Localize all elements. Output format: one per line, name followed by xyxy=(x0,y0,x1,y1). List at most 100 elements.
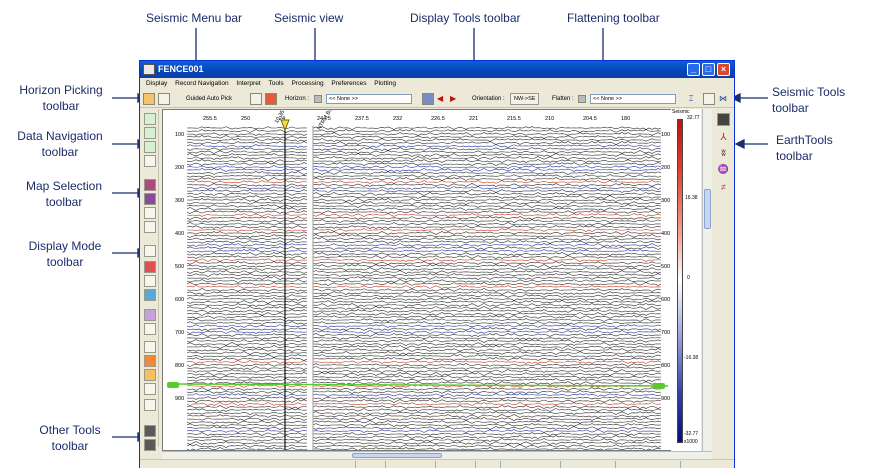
seismic-trace xyxy=(186,411,662,415)
correlation-tool-icon[interactable] xyxy=(144,323,156,335)
depth-tick-left: 100 xyxy=(175,132,185,138)
menu-processing[interactable]: Processing xyxy=(291,78,323,90)
depth-tick-right: 400 xyxy=(661,231,671,237)
earth-well-icon[interactable]: ⅄ xyxy=(717,131,730,144)
print-icon[interactable] xyxy=(144,425,156,437)
select-record-icon[interactable] xyxy=(144,155,156,167)
auto-pick-icon[interactable] xyxy=(250,93,262,105)
seismic-trace xyxy=(186,135,662,139)
trace-tool-icon[interactable] xyxy=(144,309,156,321)
menu-interpret[interactable]: Interpret xyxy=(236,78,260,90)
horizon-end-marker[interactable] xyxy=(653,383,665,389)
seismic-trace xyxy=(186,405,662,409)
vertical-scrollbar[interactable] xyxy=(702,109,712,451)
wiggle-mode-icon[interactable] xyxy=(144,275,156,287)
seismic-trace xyxy=(186,420,662,424)
seismic-trace xyxy=(186,141,662,145)
color-scale-max: 32.77 xyxy=(687,115,700,121)
seismic-trace xyxy=(186,288,662,292)
text-tool-icon[interactable] xyxy=(144,355,156,367)
eraser-icon[interactable] xyxy=(265,93,277,105)
earth-fault-icon[interactable]: ≠ xyxy=(717,181,730,194)
callout-earth-tools: EarthTools toolbar xyxy=(776,133,833,163)
horizon-color-swatch xyxy=(314,95,322,103)
pick-tool-icon[interactable] xyxy=(144,383,156,395)
seismic-trace xyxy=(186,162,662,166)
seismic-trace xyxy=(186,309,662,313)
seismic-trace xyxy=(186,240,662,244)
close-button[interactable]: × xyxy=(717,63,730,76)
seismic-trace xyxy=(186,300,662,304)
seismic-trace xyxy=(186,312,662,316)
menu-record-navigation[interactable]: Record Navigation xyxy=(175,78,228,90)
next-arrow-icon[interactable]: ▶ xyxy=(450,92,456,106)
color-mode-icon[interactable] xyxy=(144,261,156,273)
menu-tools[interactable]: Tools xyxy=(268,78,283,90)
seismic-trace xyxy=(186,267,662,271)
top-toolbar: Guided Auto Pick Horizon : << None >> ◀ … xyxy=(140,90,734,108)
previous-arrow-icon[interactable]: ◀ xyxy=(437,92,443,106)
export-icon[interactable] xyxy=(144,439,156,451)
depth-tick-right: 600 xyxy=(661,297,671,303)
seismic-trace xyxy=(186,357,662,361)
guided-auto-pick-label[interactable]: Guided Auto Pick xyxy=(186,92,232,106)
depth-tick-left: 200 xyxy=(175,165,185,171)
seismic-trace xyxy=(186,291,662,295)
seismic-trace xyxy=(186,282,662,286)
maximize-button[interactable]: □ xyxy=(702,63,715,76)
menu-display[interactable]: Display xyxy=(146,78,167,90)
menu-preferences[interactable]: Preferences xyxy=(331,78,366,90)
zoom-out-icon[interactable] xyxy=(144,127,156,139)
seismic-menu-bar: Display Record Navigation Interpret Tool… xyxy=(140,78,734,90)
variable-density-icon[interactable] xyxy=(144,289,156,301)
seismic-trace xyxy=(186,198,662,202)
horizontal-scrollbar[interactable] xyxy=(162,451,712,459)
color-scale-bar xyxy=(677,119,683,443)
seismic-trace xyxy=(186,303,662,307)
display-mode-icon[interactable] xyxy=(144,245,156,257)
pen-icon[interactable] xyxy=(158,93,170,105)
seismic-trace xyxy=(186,417,662,421)
pick-horizon-icon[interactable] xyxy=(143,93,155,105)
horizon-dropdown[interactable]: << None >> xyxy=(326,94,412,104)
depth-tick-left: 700 xyxy=(175,330,185,336)
seismic-view[interactable]: 255.5 250 24 244.5 237.5 232 226.5 221 215.5 210 2… xyxy=(162,109,690,451)
zoom-in-icon[interactable] xyxy=(144,113,156,125)
measure-tool-icon[interactable] xyxy=(144,369,156,381)
map-select-fence-icon[interactable] xyxy=(144,207,156,219)
seismic-trace xyxy=(186,360,662,364)
depth-tick-right: 300 xyxy=(661,198,671,204)
pan-icon[interactable] xyxy=(144,141,156,153)
spectrum-icon[interactable] xyxy=(144,341,156,353)
display-grid-icon[interactable] xyxy=(422,93,434,105)
seismic-trace xyxy=(186,369,662,373)
horizon-end-marker[interactable] xyxy=(167,382,179,388)
minimize-button[interactable]: _ xyxy=(687,63,700,76)
seismic-trace xyxy=(186,327,662,331)
orientation-button[interactable]: NW->SE xyxy=(510,93,540,105)
seismic-tools-extra-icon[interactable]: ⋈ xyxy=(719,93,731,105)
seismic-trace xyxy=(186,255,662,259)
seismic-tools-flatten-icon[interactable]: ⌶ xyxy=(685,93,697,105)
vertical-scroll-thumb[interactable] xyxy=(704,189,711,229)
seismic-trace xyxy=(186,186,662,190)
earth-horizon-icon[interactable]: ♒ xyxy=(717,163,730,176)
callout-display-mode: Display Mode toolbar xyxy=(28,239,102,269)
top-tick-label: 226.5 xyxy=(431,116,445,122)
seismic-trace xyxy=(186,393,662,397)
map-edit-icon[interactable] xyxy=(144,221,156,233)
color-scale-label-2: 16.38 xyxy=(685,195,698,201)
map-select-icon[interactable] xyxy=(144,179,156,191)
earth-log-icon[interactable]: ʬ xyxy=(717,147,730,160)
seismic-tools-icon[interactable] xyxy=(703,93,715,105)
map-select-line-icon[interactable] xyxy=(144,193,156,205)
earth-grid-icon[interactable] xyxy=(717,113,730,126)
seismic-trace xyxy=(186,315,662,319)
seismic-trace xyxy=(186,228,662,232)
menu-plotting[interactable]: Plotting xyxy=(374,78,396,90)
volume-tool-icon[interactable] xyxy=(144,399,156,411)
seismic-trace xyxy=(186,363,662,367)
seismic-trace xyxy=(186,345,662,349)
flatten-dropdown[interactable]: << None >> xyxy=(590,94,676,104)
horizontal-scroll-thumb[interactable] xyxy=(352,453,442,458)
